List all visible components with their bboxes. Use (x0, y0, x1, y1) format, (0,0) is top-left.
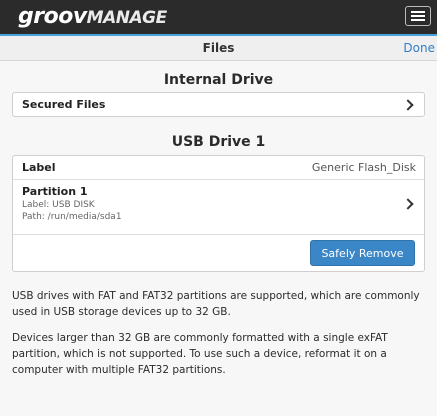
page-title: Files (202, 41, 235, 55)
hamburger-menu-button[interactable] (405, 6, 431, 26)
usb-drive-card: Label Generic Flash_Disk Partition 1 Lab… (12, 155, 425, 272)
partition-row[interactable]: Partition 1 Label: USB DISK Path: /run/m… (13, 180, 424, 233)
internal-drive-title: Internal Drive (163, 72, 274, 88)
done-button[interactable]: Done (403, 41, 437, 55)
groov-manage-logo: groovMANAGE (18, 4, 167, 29)
hamburger-icon-bar (411, 15, 425, 17)
secured-files-row[interactable]: Secured Files (12, 92, 425, 117)
chevron-right-icon (402, 99, 414, 111)
row-divider (13, 234, 424, 235)
partition-name: Partition 1 (22, 185, 88, 198)
safely-remove-button[interactable]: Safely Remove (310, 240, 415, 266)
usb-drive-title: USB Drive 1 (171, 134, 266, 150)
hamburger-icon-bar (411, 19, 425, 21)
exfat-warning-note: Devices larger than 32 GB are commonly f… (12, 332, 388, 376)
drive-label-key: Label (22, 161, 56, 174)
logo-manage-text: MANAGE (86, 8, 168, 28)
chevron-right-icon (402, 198, 414, 210)
secured-files-label: Secured Files (22, 98, 106, 111)
hamburger-icon (411, 11, 425, 13)
app-header: groovMANAGE (0, 0, 437, 34)
fat-support-note: USB drives with FAT and FAT32 partitions… (12, 290, 420, 318)
nav-bar: Files Done (0, 36, 437, 61)
logo-groov-text: groov (18, 4, 87, 29)
partition-label-line: Label: USB DISK (22, 200, 95, 210)
partition-path-line: Path: /run/media/sda1 (22, 212, 122, 222)
drive-label-value: Generic Flash_Disk (311, 161, 416, 174)
